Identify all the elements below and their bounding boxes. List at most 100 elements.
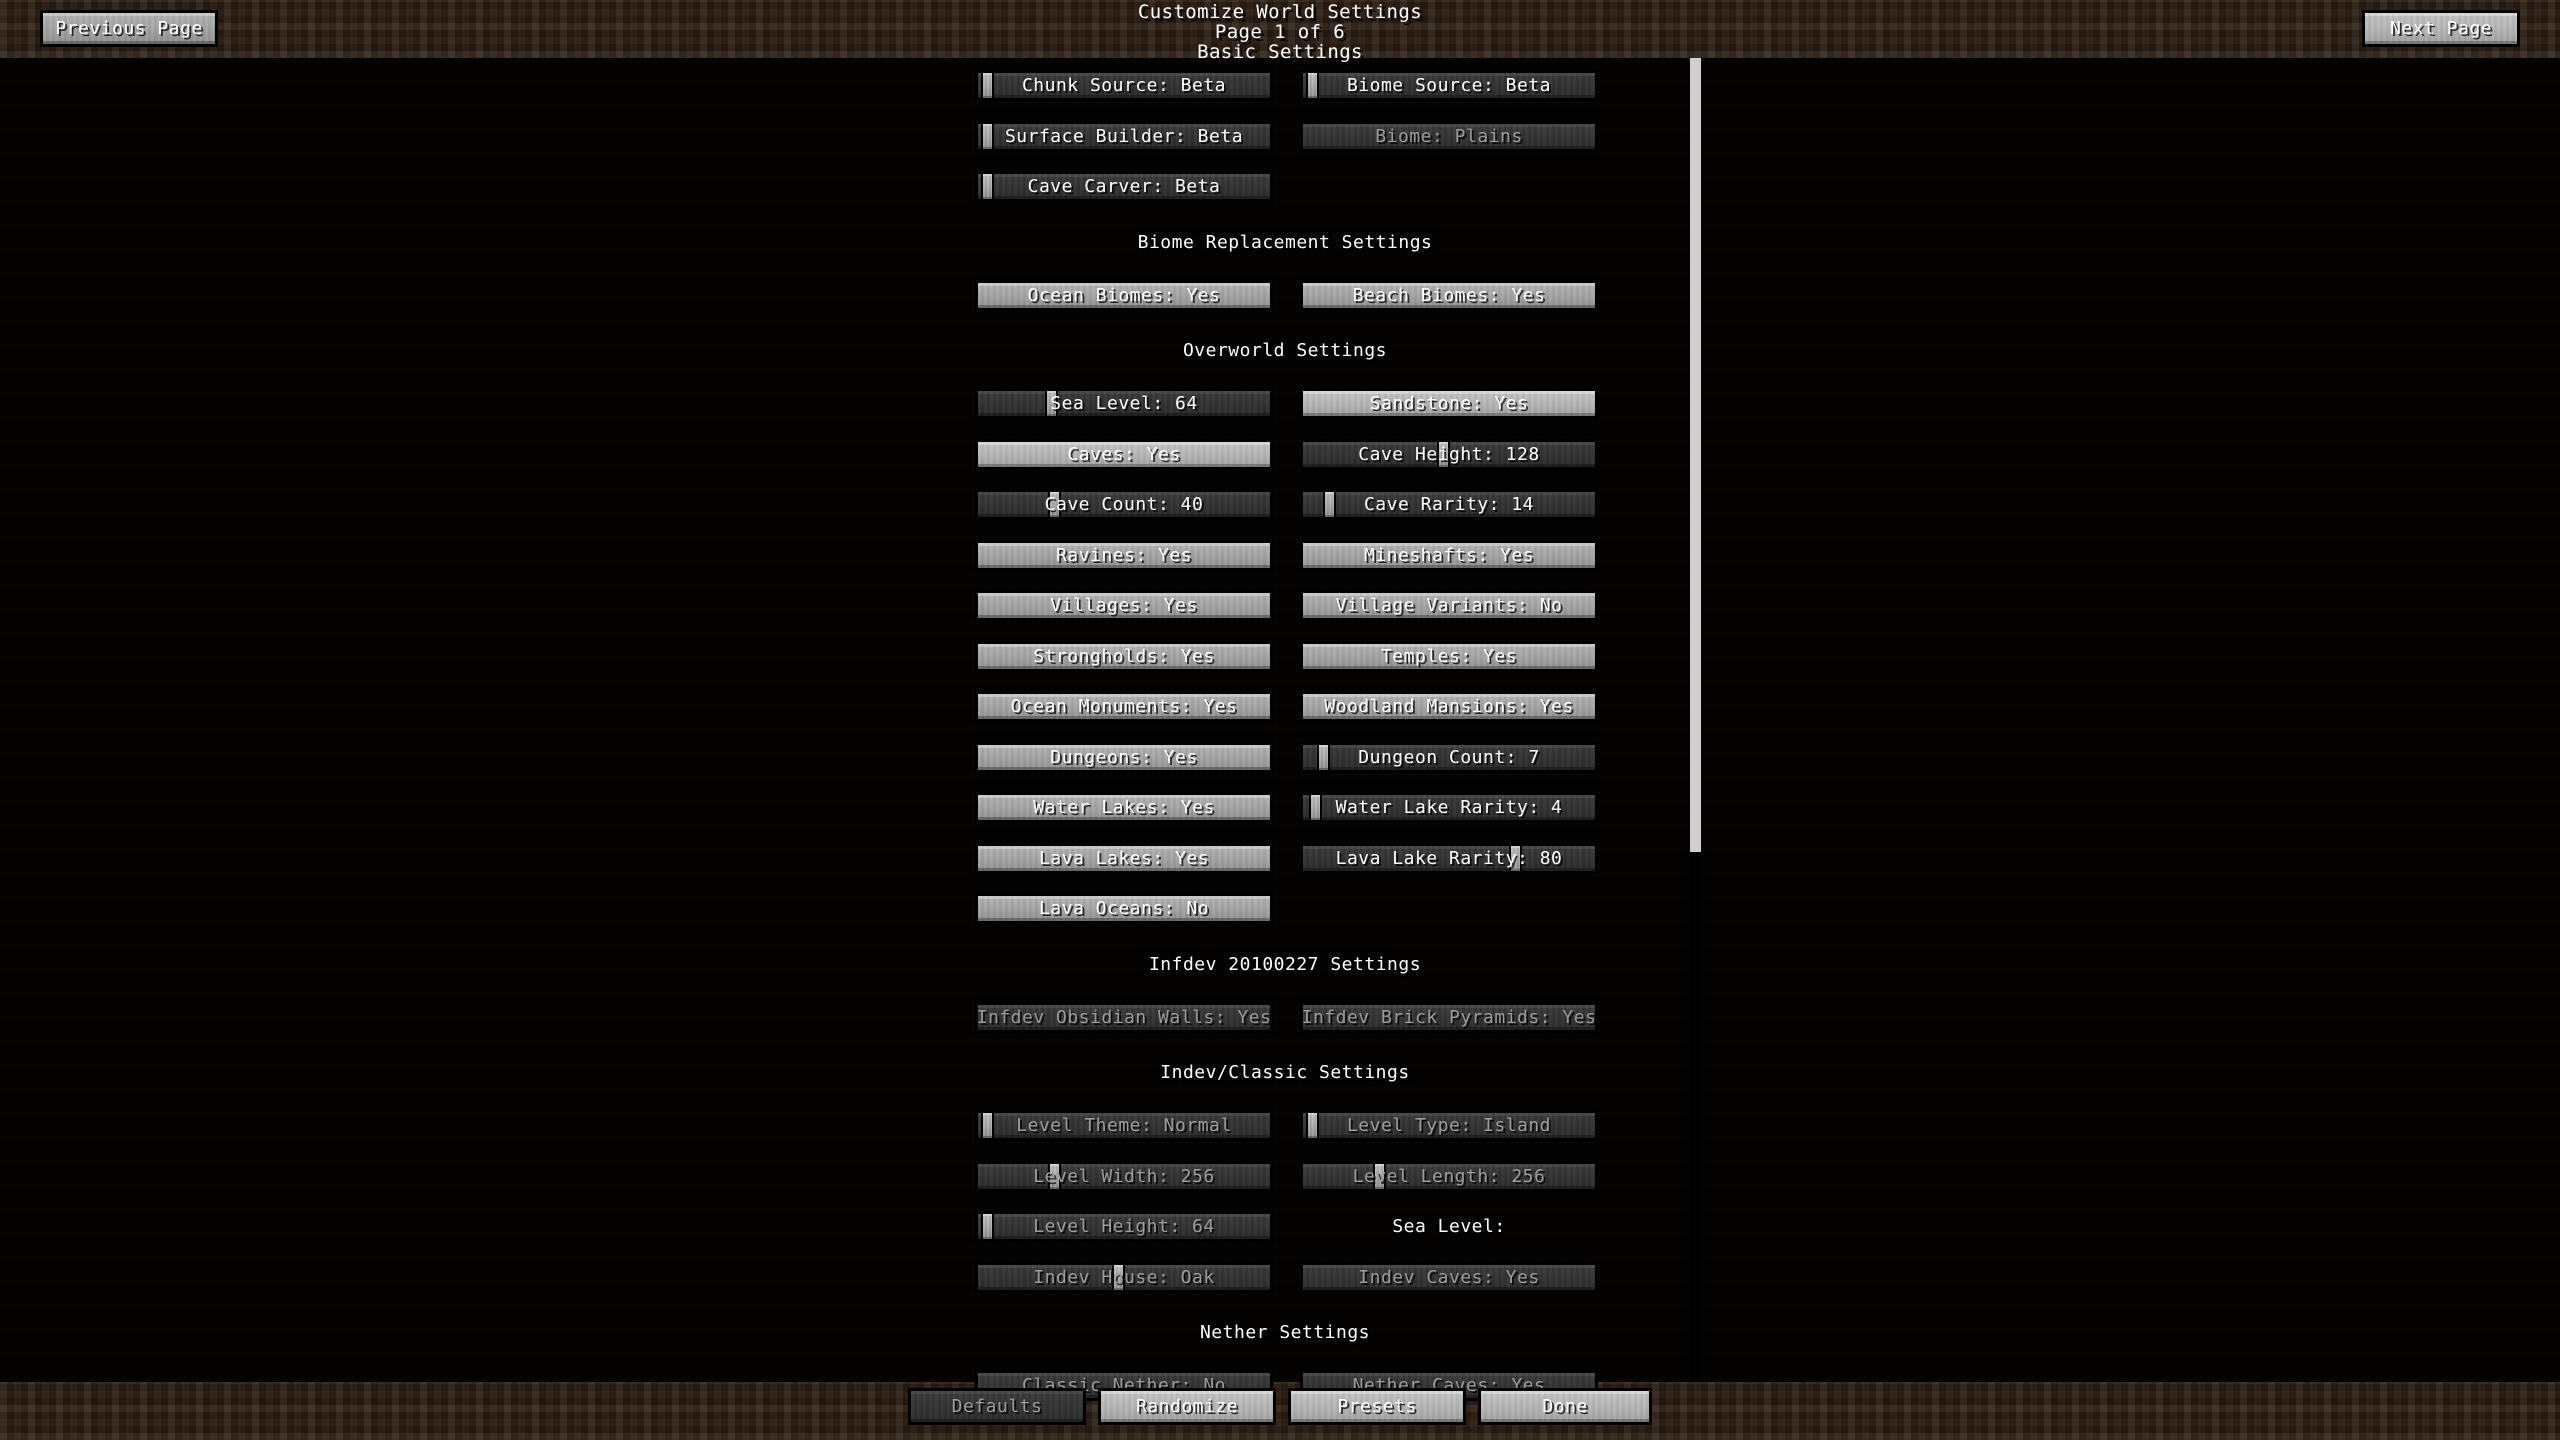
footer-background xyxy=(0,1382,2560,1440)
option-label: Lava Lake Rarity: 80 xyxy=(1335,847,1563,869)
option-button-water-lakes-yes[interactable]: Water Lakes: Yes xyxy=(975,792,1273,823)
slider-knob[interactable] xyxy=(1306,73,1319,98)
slider-level-width-256[interactable]: Level Width: 256 xyxy=(975,1160,1273,1192)
option-label: Strongholds: Yes xyxy=(1033,645,1215,667)
option-label: Woodland Mansions: Yes xyxy=(1324,696,1574,717)
slider-level-theme-normal[interactable]: Level Theme: Normal xyxy=(975,1110,1273,1141)
slider-cave-height-128[interactable]: Cave Height: 128 xyxy=(1300,438,1598,470)
slider-lava-lake-rarity-80[interactable]: Lava Lake Rarity: 80 xyxy=(1300,842,1598,874)
presets-label: Presets xyxy=(1337,1396,1417,1417)
option-label: Lava Oceans: No xyxy=(1038,898,1210,919)
scrollbar-track[interactable] xyxy=(1690,58,1701,1382)
next-page-button[interactable]: Next Page xyxy=(2362,10,2520,47)
header-background xyxy=(0,0,2560,58)
option-button-infdev-obsidian-walls-yes: Infdev Obsidian Walls: Yes xyxy=(975,1001,1273,1033)
slider-chunk-source-beta[interactable]: Chunk Source: Beta xyxy=(975,70,1273,101)
option-label: Infdev Obsidian Walls: Yes xyxy=(976,1006,1272,1028)
slider-sea-level-64[interactable]: Sea Level: 64 xyxy=(975,388,1273,419)
slider-surface-builder-beta[interactable]: Surface Builder: Beta xyxy=(975,120,1273,152)
option-button-ocean-biomes-yes[interactable]: Ocean Biomes: Yes xyxy=(975,279,1273,311)
section-heading-indev-classic-settings: Indev/Classic Settings xyxy=(1160,1062,1410,1083)
option-button-temples-yes[interactable]: Temples: Yes xyxy=(1300,640,1598,672)
slider-knob[interactable] xyxy=(1509,845,1522,871)
option-label: Cave Rarity: 14 xyxy=(1363,494,1535,515)
slider-knob[interactable] xyxy=(1045,391,1058,416)
slider-knob[interactable] xyxy=(1323,492,1336,517)
slider-knob[interactable] xyxy=(1048,1163,1061,1189)
option-label: Dungeon Count: 7 xyxy=(1358,746,1540,768)
option-label: Ravines: Yes xyxy=(1055,544,1193,566)
slider-level-length-256[interactable]: Level Length: 256 xyxy=(1300,1160,1598,1192)
option-label: Lava Lakes: Yes xyxy=(1038,847,1210,869)
slider-knob[interactable] xyxy=(1112,1264,1125,1290)
slider-knob[interactable] xyxy=(981,1113,994,1138)
previous-page-button[interactable]: Previous Page xyxy=(40,10,218,47)
option-label: Villages: Yes xyxy=(1050,595,1198,616)
slider-knob[interactable] xyxy=(981,123,994,149)
option-button-woodland-mansions-yes[interactable]: Woodland Mansions: Yes xyxy=(1300,691,1598,722)
option-label: Sea Level: 64 xyxy=(1050,393,1198,414)
option-button-lava-oceans-no[interactable]: Lava Oceans: No xyxy=(975,893,1273,924)
slider-dungeon-count-7[interactable]: Dungeon Count: 7 xyxy=(1300,741,1598,773)
option-label: Biome: Plains xyxy=(1375,125,1523,147)
section-heading-infdev-20100227-settings: Infdev 20100227 Settings xyxy=(1148,953,1422,975)
option-button-sandstone-yes[interactable]: Sandstone: Yes xyxy=(1300,388,1598,419)
option-label: Level Height: 64 xyxy=(1033,1216,1215,1237)
section-heading-biome-replacement-settings: Biome Replacement Settings xyxy=(1137,231,1433,253)
option-button-villages-yes[interactable]: Villages: Yes xyxy=(975,590,1273,621)
option-button-dungeons-yes[interactable]: Dungeons: Yes xyxy=(975,741,1273,773)
option-label: Ocean Monuments: Yes xyxy=(1010,696,1238,717)
option-label: Dungeons: Yes xyxy=(1050,746,1198,768)
slider-knob[interactable] xyxy=(1048,492,1061,517)
slider-cave-rarity-14[interactable]: Cave Rarity: 14 xyxy=(1300,489,1598,520)
option-button-indev-caves-yes: Indev Caves: Yes xyxy=(1300,1261,1598,1293)
defaults-label: Defaults xyxy=(951,1396,1043,1417)
slider-knob[interactable] xyxy=(1306,1113,1319,1138)
slider-biome-source-beta[interactable]: Biome Source: Beta xyxy=(1300,70,1598,101)
option-label: Beach Biomes: Yes xyxy=(1352,284,1546,306)
option-label: Cave Count: 40 xyxy=(1044,494,1204,515)
label-sea-level: Sea Level: xyxy=(1392,1216,1506,1237)
option-label: Biome Source: Beta xyxy=(1346,75,1552,96)
section-heading-nether-settings: Nether Settings xyxy=(1199,1322,1371,1343)
option-label: Village Variants: No xyxy=(1335,595,1563,616)
randomize-button[interactable]: Randomize xyxy=(1098,1388,1276,1425)
option-button-mineshafts-yes[interactable]: Mineshafts: Yes xyxy=(1300,539,1598,571)
slider-water-lake-rarity-4[interactable]: Water Lake Rarity: 4 xyxy=(1300,792,1598,823)
option-button-strongholds-yes[interactable]: Strongholds: Yes xyxy=(975,640,1273,672)
option-button-caves-yes[interactable]: Caves: Yes xyxy=(975,438,1273,470)
option-button-ocean-monuments-yes[interactable]: Ocean Monuments: Yes xyxy=(975,691,1273,722)
option-button-village-variants-no[interactable]: Village Variants: No xyxy=(1300,590,1598,621)
option-label: Cave Carver: Beta xyxy=(1027,176,1221,197)
slider-knob[interactable] xyxy=(1317,744,1330,770)
content-background xyxy=(0,58,2560,1382)
option-label: Indev Caves: Yes xyxy=(1358,1266,1540,1288)
slider-level-height-64[interactable]: Level Height: 64 xyxy=(975,1211,1273,1242)
slider-knob[interactable] xyxy=(1309,795,1322,820)
option-label: Water Lakes: Yes xyxy=(1033,797,1215,818)
done-button[interactable]: Done xyxy=(1478,1388,1652,1425)
option-button-ravines-yes[interactable]: Ravines: Yes xyxy=(975,539,1273,571)
minecraft-customize-world-screen: Customize World Settings Page 1 of 6 Bas… xyxy=(0,0,2560,1440)
scrollbar-thumb[interactable] xyxy=(1690,58,1701,852)
option-button-lava-lakes-yes[interactable]: Lava Lakes: Yes xyxy=(975,842,1273,874)
slider-knob[interactable] xyxy=(1373,1163,1386,1189)
slider-knob[interactable] xyxy=(981,1214,994,1239)
slider-knob[interactable] xyxy=(1437,441,1450,467)
option-label: Ocean Biomes: Yes xyxy=(1027,284,1221,306)
slider-indev-house-oak[interactable]: Indev House: Oak xyxy=(975,1261,1273,1293)
previous-page-label: Previous Page xyxy=(55,18,203,39)
presets-button[interactable]: Presets xyxy=(1288,1388,1466,1425)
slider-knob[interactable] xyxy=(981,73,994,98)
section-heading-overworld-settings: Overworld Settings xyxy=(1182,340,1388,361)
defaults-button[interactable]: Defaults xyxy=(908,1388,1086,1425)
option-button-biome-plains: Biome: Plains xyxy=(1300,120,1598,152)
slider-cave-count-40[interactable]: Cave Count: 40 xyxy=(975,489,1273,520)
slider-knob[interactable] xyxy=(981,174,994,199)
slider-cave-carver-beta[interactable]: Cave Carver: Beta xyxy=(975,171,1273,202)
option-label: Mineshafts: Yes xyxy=(1363,544,1535,566)
option-button-beach-biomes-yes[interactable]: Beach Biomes: Yes xyxy=(1300,279,1598,311)
option-label: Water Lake Rarity: 4 xyxy=(1335,797,1563,818)
slider-level-type-island[interactable]: Level Type: Island xyxy=(1300,1110,1598,1141)
next-page-label: Next Page xyxy=(2389,18,2493,39)
